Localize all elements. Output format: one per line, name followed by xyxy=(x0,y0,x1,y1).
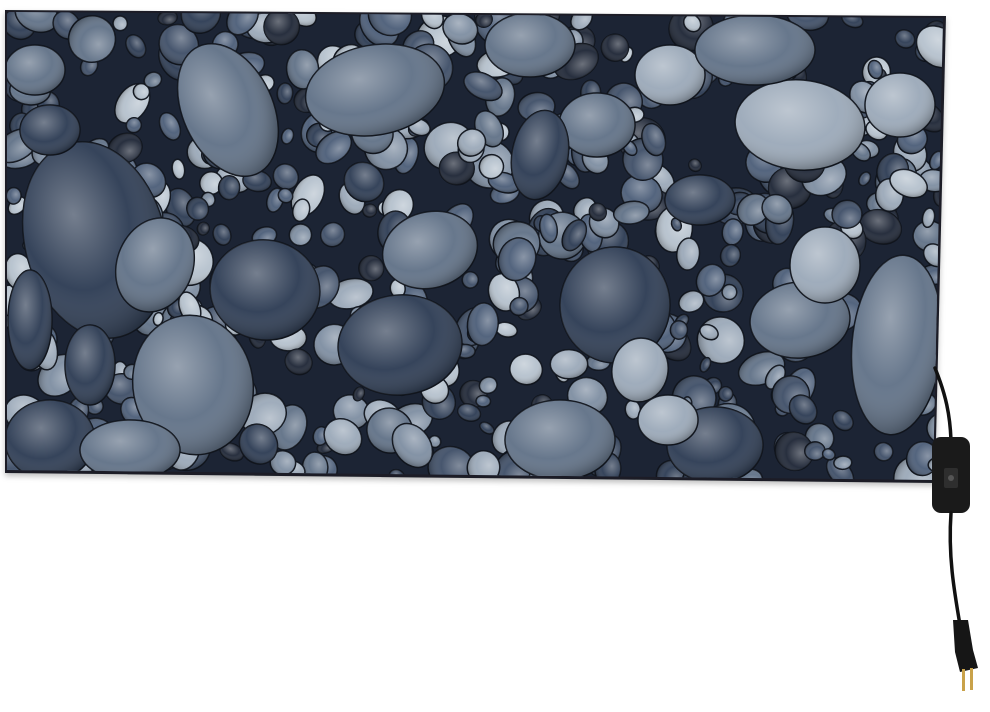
power-cable-lower xyxy=(948,511,962,627)
pebble-shading xyxy=(65,325,115,405)
pebble-shading xyxy=(665,175,735,225)
switch-indicator-icon xyxy=(948,475,954,481)
pebble-shading xyxy=(638,395,698,445)
power-plug xyxy=(953,620,978,691)
pebble-shading xyxy=(695,15,815,85)
heater-illustration xyxy=(5,10,978,691)
pebble-shading xyxy=(7,45,65,95)
pebble-pattern-surface xyxy=(7,12,943,480)
plug-pin-right xyxy=(970,668,973,690)
pebble-shading xyxy=(635,45,705,105)
product-photo xyxy=(0,0,990,712)
pebble-shading xyxy=(7,400,95,480)
pebble-shading xyxy=(790,227,860,303)
pebble-shading xyxy=(8,270,52,370)
pebble-shading xyxy=(485,13,575,77)
power-cable xyxy=(933,366,953,442)
pebble-shading xyxy=(505,400,615,480)
pebble-shading xyxy=(865,73,935,137)
inline-power-switch xyxy=(932,437,970,513)
pebble-shading xyxy=(559,93,635,157)
plug-pin-left xyxy=(962,669,965,691)
pebble-shading xyxy=(20,105,80,155)
